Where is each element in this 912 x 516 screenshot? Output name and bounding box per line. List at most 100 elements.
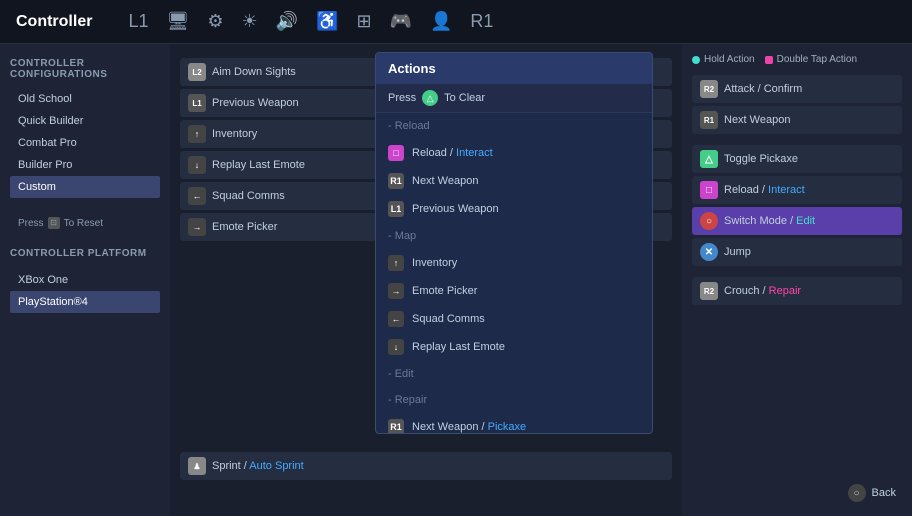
replay-emote-icon: ↓ [188, 156, 206, 174]
back-button[interactable]: ○ Back [848, 484, 896, 502]
prev-weapon-icon: L1 [188, 94, 206, 112]
action-label: Squad Comms [412, 313, 485, 325]
action-map[interactable]: - Map [376, 223, 652, 249]
crouch-repair-label: Crouch / Repair [724, 285, 894, 297]
action-label: Replay Last Emote [412, 341, 505, 353]
triangle-icon: △ [700, 150, 718, 168]
r1-pickaxe-icon: R1 [388, 419, 404, 433]
r2-icon: R2 [700, 80, 718, 98]
nav-icon-r1[interactable]: R1 [470, 11, 493, 32]
binding-sprint[interactable]: ♟ Sprint / Auto Sprint [180, 452, 672, 480]
right-binding-reload-interact[interactable]: □ Reload / Interact [692, 176, 902, 204]
hold-action-label: Hold Action [704, 54, 755, 65]
attack-label: Attack / Confirm [724, 83, 894, 95]
r1-icon: R1 [700, 111, 718, 129]
dpad-up-icon: ↑ [388, 255, 404, 271]
action-edit[interactable]: - Edit [376, 361, 652, 387]
page-title: Controller [16, 13, 92, 31]
action-squad-comms[interactable]: ← Squad Comms [376, 305, 652, 333]
nav-icon-gear[interactable]: ⚙ [207, 11, 223, 32]
double-tap-label: Double Tap Action [777, 54, 857, 65]
double-tap-dot [765, 56, 773, 64]
config-old-school[interactable]: Old School [10, 88, 160, 110]
platform-ps4[interactable]: PlayStation®4 [10, 291, 160, 313]
action-emote-picker[interactable]: → Emote Picker [376, 277, 652, 305]
actions-title: Actions [376, 53, 652, 84]
circle-icon: ○ [700, 212, 718, 230]
inventory-icon: ↑ [188, 125, 206, 143]
press-reset-suffix: To Reset [64, 218, 103, 229]
action-reload-interact[interactable]: □ Reload / Interact [376, 139, 652, 167]
action-label: Next Weapon [412, 175, 478, 187]
clear-prefix: Press [388, 92, 416, 104]
right-binding-next-weapon[interactable]: R1 Next Weapon [692, 106, 902, 134]
back-label: Back [872, 487, 896, 499]
nav-icon-monitor[interactable]: 🖥 [166, 11, 189, 32]
action-replay-emote[interactable]: ↓ Replay Last Emote [376, 333, 652, 361]
dpad-down-icon: ↓ [388, 339, 404, 355]
right-panel: Hold Action Double Tap Action R2 Attack … [682, 44, 912, 516]
nav-icon-user[interactable]: 👤 [430, 11, 452, 32]
header: Controller L1 🖥 ⚙ ☀ 🔊 ♿ ⊞ 🎮 👤 R1 [0, 0, 912, 44]
nav-icon-l1[interactable]: L1 [128, 11, 148, 32]
legend-double-tap: Double Tap Action [765, 54, 857, 65]
platform-list: XBox One PlayStation®4 [10, 269, 160, 313]
nav-icon-accessibility[interactable]: ♿ [316, 11, 338, 32]
left-panel: Controller Configurations Old School Qui… [0, 44, 170, 516]
actions-clear-row: Press △ To Clear [376, 84, 652, 113]
action-label: Previous Weapon [412, 203, 499, 215]
config-builder-pro[interactable]: Builder Pro [10, 154, 160, 176]
switch-mode-label: Switch Mode / Edit [724, 215, 894, 227]
configurations-title: Controller Configurations [10, 58, 160, 80]
config-combat-pro[interactable]: Combat Pro [10, 132, 160, 154]
aim-icon: L2 [188, 63, 206, 81]
right-binding-attack[interactable]: R2 Attack / Confirm [692, 75, 902, 103]
platform-xbox[interactable]: XBox One [10, 269, 160, 291]
config-list: Old School Quick Builder Combat Pro Buil… [10, 88, 160, 198]
reload-interact-label: Reload / Interact [724, 184, 894, 196]
config-quick-builder[interactable]: Quick Builder [10, 110, 160, 132]
action-label: Reload / Interact [412, 147, 493, 159]
action-label: - Edit [388, 368, 414, 380]
right-binding-jump[interactable]: ✕ Jump [692, 238, 902, 266]
action-label: Next Weapon / Pickaxe [412, 421, 526, 433]
right-binding-toggle-pickaxe[interactable]: △ Toggle Pickaxe [692, 145, 902, 173]
action-repair[interactable]: - Repair [376, 387, 652, 413]
l1-icon-action: L1 [388, 201, 404, 217]
reset-button-icon: ⊡ [48, 217, 60, 229]
actions-modal: Actions Press △ To Clear - Reload □ Relo… [375, 52, 653, 434]
action-next-weapon-pickaxe[interactable]: R1 Next Weapon / Pickaxe [376, 413, 652, 433]
dpad-left-icon: ← [388, 311, 404, 327]
legend: Hold Action Double Tap Action [692, 54, 902, 65]
action-reload-plain[interactable]: - Reload [376, 113, 652, 139]
press-reset-prefix: Press [18, 218, 44, 229]
nav-icon-controller[interactable]: 🎮 [390, 11, 412, 32]
platform-title: Controller Platform [10, 248, 160, 259]
right-binding-switch-mode[interactable]: ○ Switch Mode / Edit [692, 207, 902, 235]
action-label: Emote Picker [412, 285, 477, 297]
action-next-weapon[interactable]: R1 Next Weapon [376, 167, 652, 195]
press-reset: Press ⊡ To Reset [10, 214, 160, 232]
back-circle-icon: ○ [848, 484, 866, 502]
config-custom[interactable]: Custom [10, 176, 160, 198]
square-icon: □ [700, 181, 718, 199]
cross-icon: ✕ [700, 243, 718, 261]
action-label: - Reload [388, 120, 430, 132]
nav-icon-grid[interactable]: ⊞ [356, 11, 371, 32]
squad-comms-icon: ← [188, 187, 206, 205]
action-prev-weapon[interactable]: L1 Previous Weapon [376, 195, 652, 223]
right-binding-crouch-repair[interactable]: R2 Crouch / Repair [692, 277, 902, 305]
action-label: Inventory [412, 257, 457, 269]
nav-icon-brightness[interactable]: ☀ [241, 11, 257, 32]
nav-icon-audio[interactable]: 🔊 [276, 11, 298, 32]
triangle-clear-icon: △ [422, 90, 438, 106]
action-inventory[interactable]: ↑ Inventory [376, 249, 652, 277]
toggle-pickaxe-label: Toggle Pickaxe [724, 153, 894, 165]
header-nav-icons: L1 🖥 ⚙ ☀ 🔊 ♿ ⊞ 🎮 👤 R1 [128, 11, 493, 32]
actions-list: - Reload □ Reload / Interact R1 Next Wea… [376, 113, 652, 433]
action-label: - Repair [388, 394, 427, 406]
main-layout: Controller Configurations Old School Qui… [0, 44, 912, 516]
square-icon-action: □ [388, 145, 404, 161]
jump-label: Jump [724, 246, 894, 258]
r1-icon-action: R1 [388, 173, 404, 189]
